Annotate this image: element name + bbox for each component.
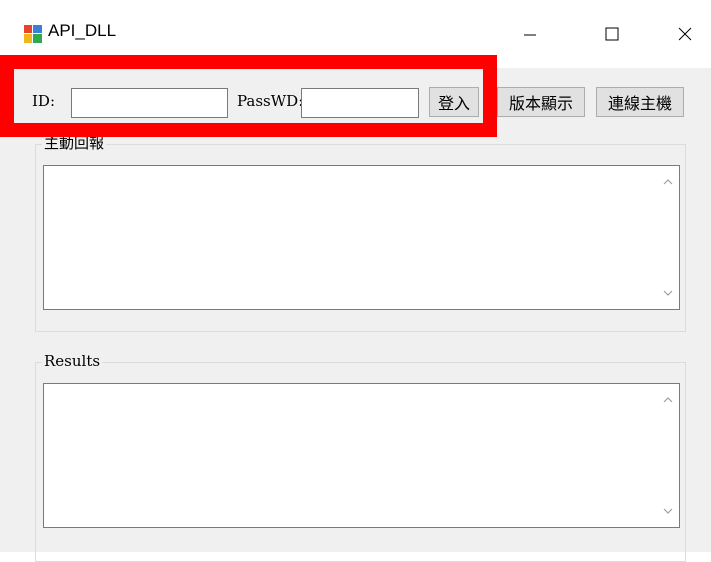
- password-input[interactable]: [301, 88, 419, 118]
- scroll-down-icon: [663, 290, 673, 296]
- scroll-up-button[interactable]: [657, 390, 679, 410]
- id-label: ID:: [32, 92, 56, 110]
- minimize-icon: [524, 34, 536, 36]
- app-icon: [24, 25, 42, 43]
- close-button[interactable]: [655, 14, 711, 54]
- app-window: API_DLL ID: PassWD: 登入 版本顯示 連線主機 主動回報 Re…: [0, 0, 711, 562]
- scroll-up-icon: [663, 397, 673, 403]
- id-input[interactable]: [71, 88, 228, 118]
- scroll-down-button[interactable]: [657, 501, 679, 521]
- maximize-icon: [605, 27, 619, 41]
- title-bar: API_DLL: [0, 0, 711, 68]
- results-group: Results: [35, 352, 686, 562]
- scroll-up-icon: [663, 179, 673, 185]
- minimize-button[interactable]: [500, 14, 560, 54]
- results-textbox[interactable]: [43, 383, 680, 528]
- maximize-button[interactable]: [582, 14, 642, 54]
- client-area: ID: PassWD: 登入 版本顯示 連線主機 主動回報 Results: [0, 68, 711, 562]
- window-title: API_DLL: [48, 21, 117, 40]
- connect-host-button[interactable]: 連線主機: [596, 87, 684, 117]
- active-report-group: 主動回報: [35, 134, 686, 332]
- close-icon: [678, 27, 692, 41]
- password-label: PassWD:: [237, 92, 304, 110]
- scroll-down-icon: [663, 508, 673, 514]
- scroll-up-button[interactable]: [657, 172, 679, 192]
- results-scrollbar[interactable]: [657, 384, 679, 527]
- version-button[interactable]: 版本顯示: [497, 87, 585, 117]
- login-button[interactable]: 登入: [429, 87, 479, 117]
- active-report-scrollbar[interactable]: [657, 166, 679, 309]
- scroll-down-button[interactable]: [657, 283, 679, 303]
- active-report-textbox[interactable]: [43, 165, 680, 310]
- active-report-title: 主動回報: [42, 134, 107, 152]
- results-title: Results: [42, 352, 103, 370]
